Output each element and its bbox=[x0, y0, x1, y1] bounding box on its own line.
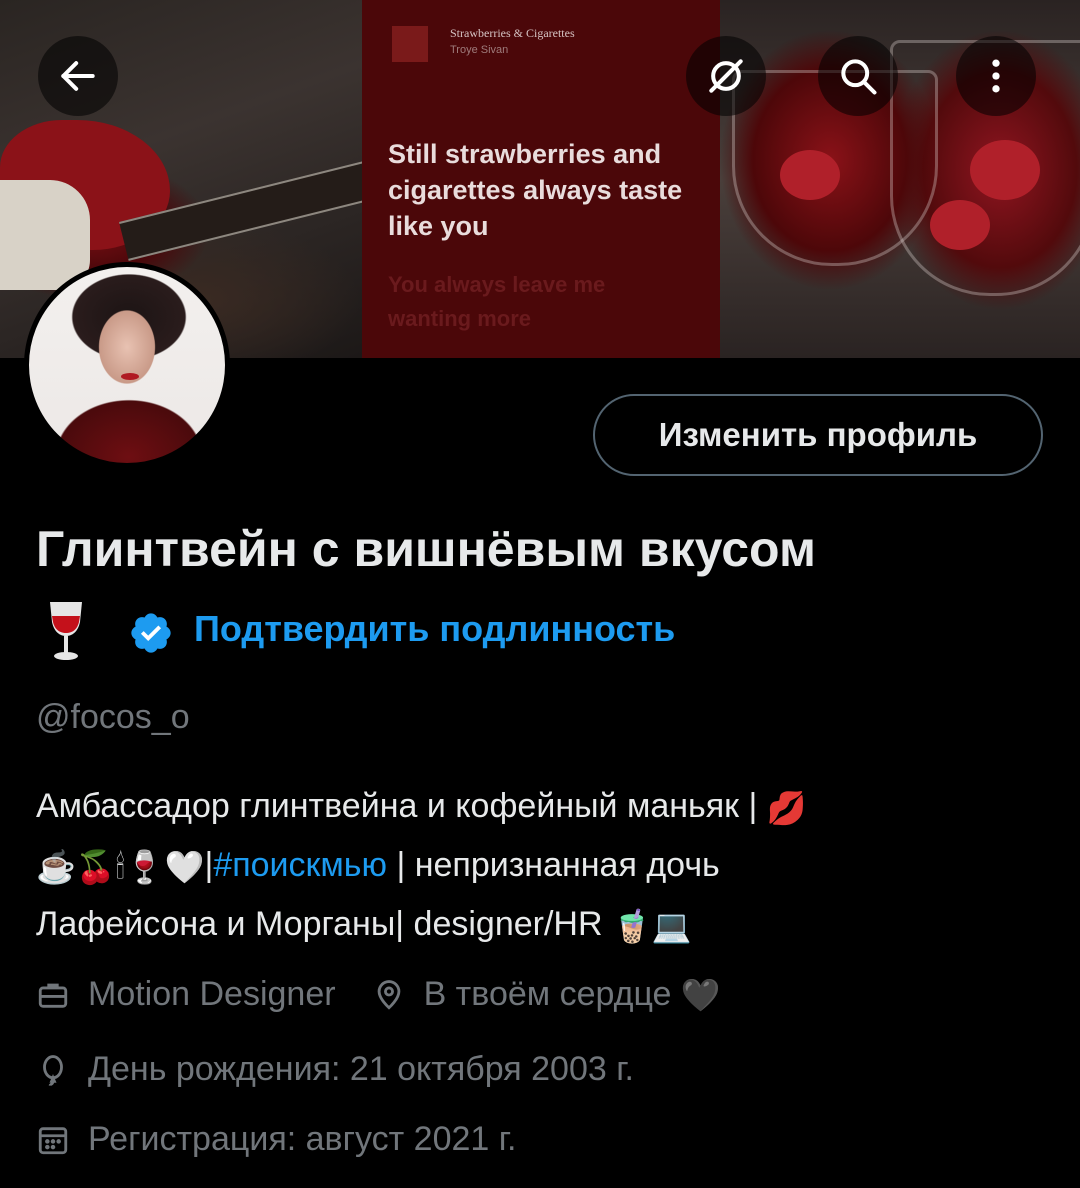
balloon-icon bbox=[43, 1054, 63, 1086]
profile-meta-row: Регистрация: август 2021 г. bbox=[36, 1120, 516, 1159]
guitar-pickguard bbox=[0, 180, 90, 290]
calendar-icon bbox=[38, 1126, 68, 1154]
location-pin-icon bbox=[377, 979, 400, 1010]
joined-text: Регистрация: август 2021 г. bbox=[88, 1120, 517, 1158]
search-button[interactable] bbox=[818, 36, 898, 116]
bio-emoji-row: ☕🍒🕯🍷🤍 bbox=[36, 849, 205, 885]
circle-slash-icon bbox=[709, 59, 743, 93]
black-heart-emoji: 🖤 bbox=[680, 976, 721, 1013]
profession-text: Motion Designer bbox=[88, 975, 336, 1013]
grok-button[interactable] bbox=[686, 36, 766, 116]
edit-profile-button[interactable]: Изменить профиль bbox=[593, 394, 1043, 476]
profile-meta-row: День рождения: 21 октября 2003 г. bbox=[36, 1050, 634, 1089]
lyric-dim-line: You always leave me wanting more bbox=[388, 272, 606, 331]
profile-bio: Амбассадор глинтвейна и кофейный маньяк … bbox=[36, 778, 1046, 955]
avatar-detail bbox=[121, 373, 139, 380]
banner-lyrics-image: Strawberries & Cigarettes Troye Sivan St… bbox=[362, 0, 720, 358]
bio-emoji-end: 🧋💻 bbox=[611, 908, 692, 944]
strawberry bbox=[930, 200, 990, 250]
location-text: В твоём сердце bbox=[423, 975, 672, 1013]
hashtag-link[interactable]: #поискмью bbox=[213, 846, 387, 884]
kiss-emoji: 💋 bbox=[766, 790, 807, 826]
display-name: Глинтвейн с вишнёвым вкусом bbox=[36, 521, 816, 577]
strawberry bbox=[780, 150, 840, 200]
back-button[interactable] bbox=[38, 36, 118, 116]
avatar[interactable] bbox=[24, 262, 230, 468]
username-handle: @focos_o bbox=[36, 698, 190, 736]
bio-text: Лафейсона и Морганы| designer/HR bbox=[36, 905, 612, 943]
song-title: Strawberries & Cigarettes bbox=[450, 26, 575, 40]
bio-text: Амбассадор глинтвейна и кофейный маньяк … bbox=[36, 787, 767, 825]
search-icon bbox=[841, 59, 877, 95]
song-artwork bbox=[392, 26, 428, 62]
lyric-line: Still strawberries and cigarettes always… bbox=[388, 139, 683, 241]
verified-badge-icon[interactable] bbox=[128, 610, 174, 656]
bio-separator: | bbox=[204, 846, 214, 884]
more-vertical-icon bbox=[992, 59, 1000, 93]
bio-text: | непризнанная дочь bbox=[387, 846, 720, 884]
verify-link[interactable]: Подтвердить подлинность bbox=[194, 608, 675, 650]
wine-glass-emoji-icon bbox=[50, 602, 82, 660]
profile-meta-row: Motion Designer В твоём сердце 🖤 bbox=[36, 975, 721, 1014]
more-button[interactable] bbox=[956, 36, 1036, 116]
birthday-text: День рождения: 21 октября 2003 г. bbox=[88, 1050, 634, 1088]
strawberry bbox=[970, 140, 1040, 200]
song-artist: Troye Sivan bbox=[450, 44, 509, 56]
arrow-left-icon bbox=[61, 61, 95, 91]
briefcase-icon bbox=[38, 983, 68, 1008]
